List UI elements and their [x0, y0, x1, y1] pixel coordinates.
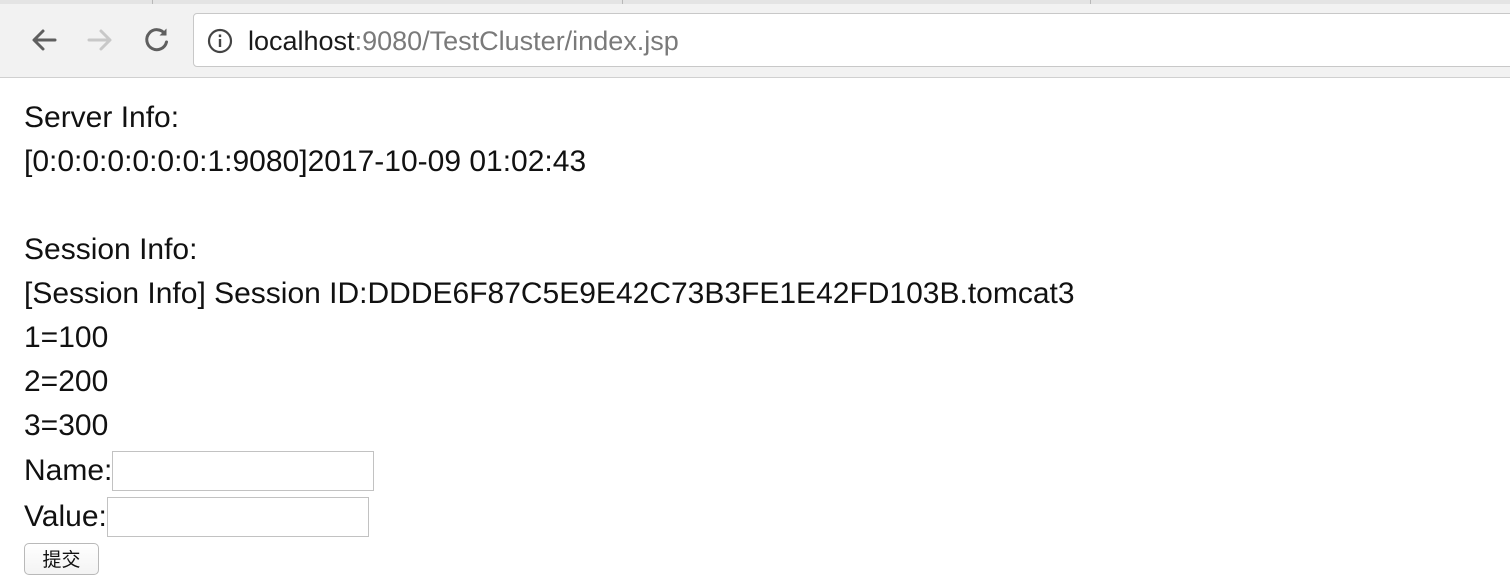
session-attribute: 1=100: [24, 321, 109, 354]
tab-strip: [0, 0, 1510, 4]
arrow-right-icon: [87, 29, 112, 51]
server-info-value: [0:0:0:0:0:0:0:1:9080]2017-10-09 01:02:4…: [24, 145, 587, 178]
page-content: Server Info: [0:0:0:0:0:0:0:1:9080]2017-…: [24, 96, 1075, 575]
name-input[interactable]: [112, 451, 375, 491]
browser-toolbar: localhost:9080/TestCluster/index.jsp: [0, 0, 1510, 78]
tab-divider: [622, 0, 623, 4]
reload-button[interactable]: [136, 22, 176, 58]
name-row: Name:: [24, 448, 1075, 494]
session-attribute: 2=200: [24, 365, 109, 398]
tab-divider: [152, 0, 153, 4]
session-id-line: [Session Info] Session ID:DDDE6F87C5E9E4…: [24, 277, 1075, 310]
server-info-label: Server Info:: [24, 101, 180, 134]
name-label: Name:: [24, 454, 113, 487]
url-host: localhost: [248, 26, 355, 56]
arrow-left-icon: [32, 29, 57, 51]
address-bar[interactable]: localhost:9080/TestCluster/index.jsp: [193, 13, 1510, 67]
tab-divider: [1090, 0, 1091, 4]
url-text[interactable]: localhost:9080/TestCluster/index.jsp: [248, 25, 679, 57]
back-button[interactable]: [24, 22, 64, 58]
session-info-label: Session Info:: [24, 233, 198, 266]
url-path: :9080/TestCluster/index.jsp: [354, 26, 679, 56]
session-attribute: 3=300: [24, 409, 109, 442]
value-row: Value:: [24, 494, 1075, 540]
forward-button[interactable]: [80, 22, 120, 58]
info-circle-icon[interactable]: [207, 28, 233, 54]
value-label: Value:: [24, 500, 107, 533]
value-input[interactable]: [106, 497, 369, 537]
reload-icon: [145, 28, 168, 52]
submit-button[interactable]: 提交: [24, 542, 99, 575]
